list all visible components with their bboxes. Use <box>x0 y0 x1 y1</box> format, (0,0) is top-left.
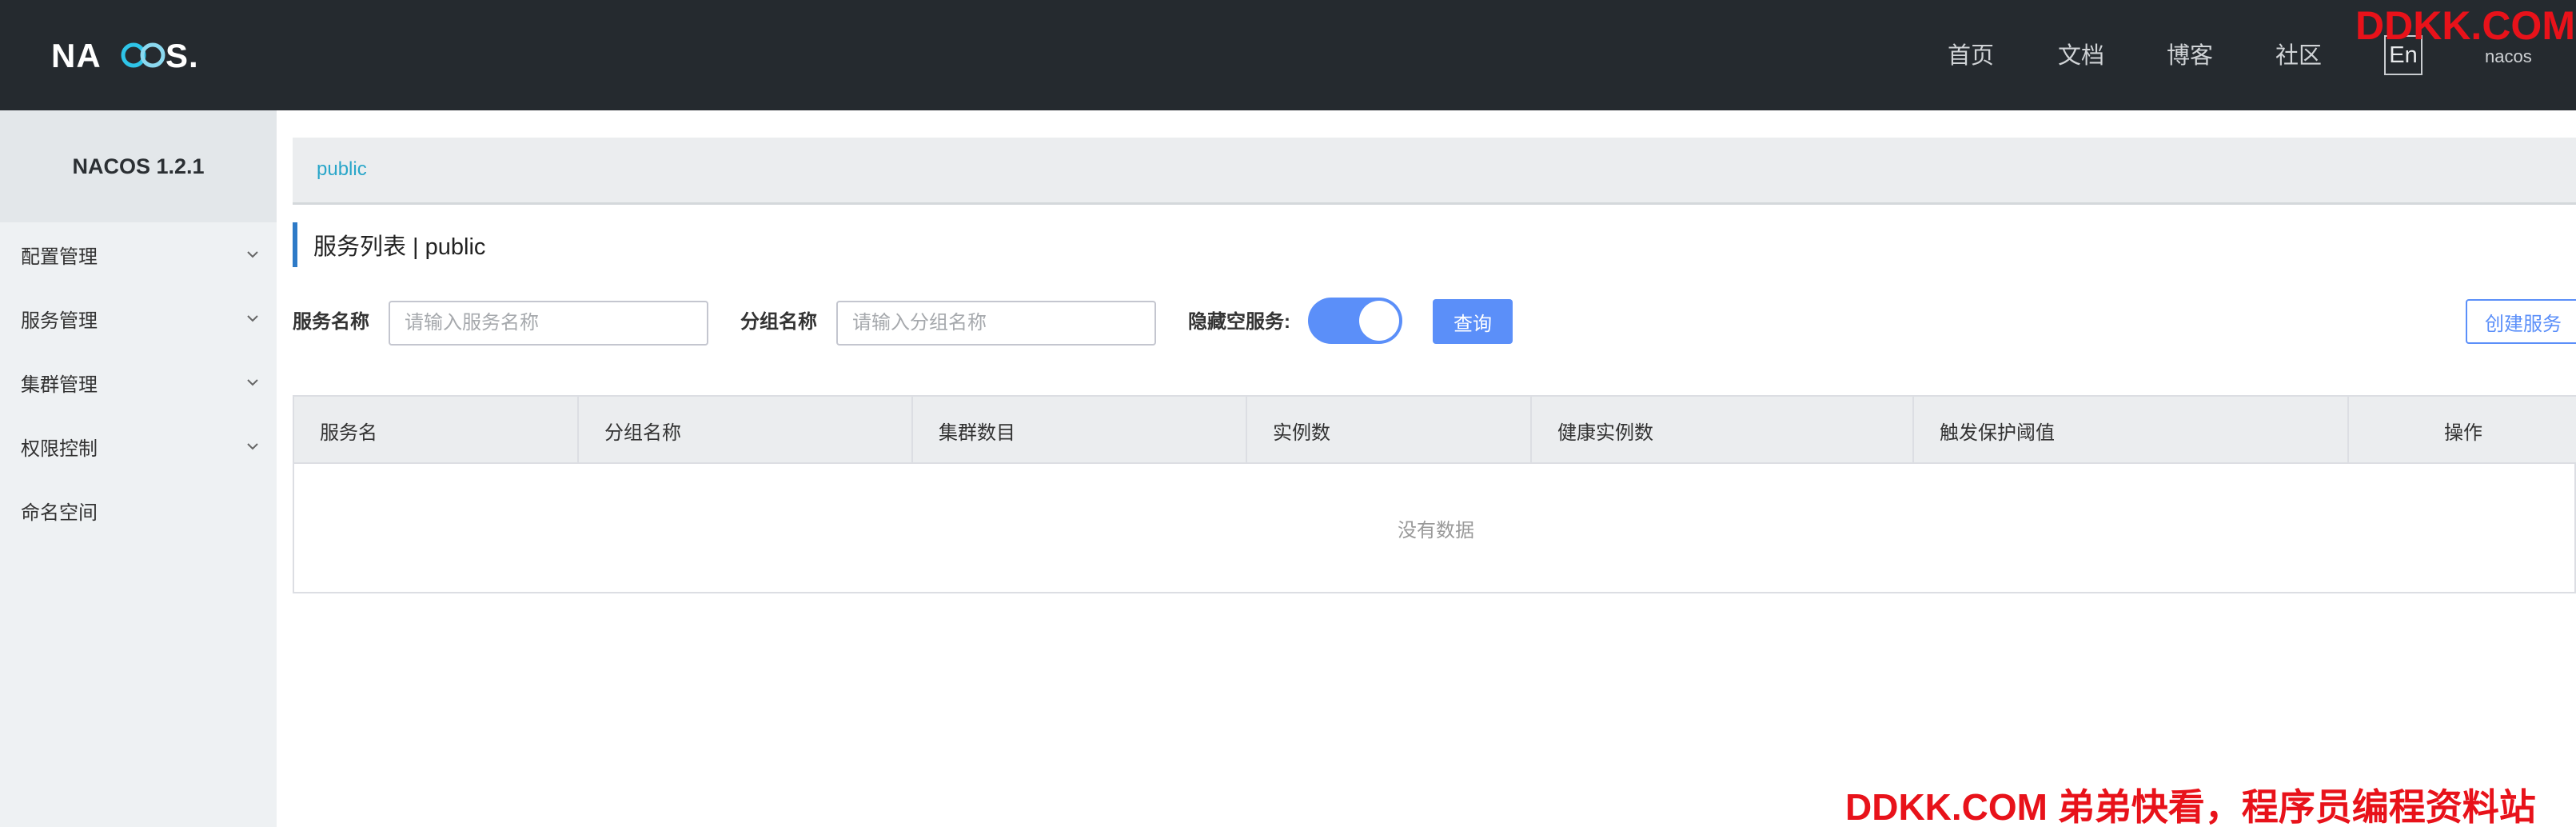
sidebar-item-access-control[interactable]: 权限控制 <box>0 414 277 478</box>
page-title-block: 服务列表 | public <box>293 222 485 267</box>
service-table: 服务名 分组名称 集群数目 实例数 健康实例数 触发保护阈值 操作 没有数据 <box>293 395 2576 593</box>
namespace-bar: public <box>293 138 2576 205</box>
sidebar: NACOS 1.2.1 配置管理 服务管理 集群管理 权限控制 命名空间 <box>0 110 277 827</box>
column-header-group-name: 分组名称 <box>579 397 913 464</box>
version-title: NACOS 1.2.1 <box>0 110 277 222</box>
main-content: public 服务列表 | public 服务名称 分组名称 隐藏空服务: 查询… <box>277 110 2576 827</box>
chevron-down-icon <box>247 315 258 322</box>
sidebar-item-cluster-management[interactable]: 集群管理 <box>0 350 277 414</box>
service-name-label: 服务名称 <box>293 311 369 333</box>
top-navbar: NA S. 首页 文档 博客 社区 En nacos <box>0 0 2576 110</box>
chevron-down-icon <box>247 443 258 450</box>
sidebar-item-label: 权限控制 <box>21 437 98 460</box>
column-header-service-name: 服务名 <box>294 397 579 464</box>
column-header-healthy-instance-count: 健康实例数 <box>1532 397 1914 464</box>
create-service-button[interactable]: 创建服务 <box>2466 299 2576 344</box>
group-name-input[interactable] <box>836 301 1156 346</box>
page-title: 服务列表 | public <box>313 234 486 260</box>
watermark-top: DDKK.COM <box>2355 3 2575 48</box>
watermark-bottom: DDKK.COM 弟弟快看，程序员编程资料站 <box>1845 786 2536 827</box>
svg-text:S.: S. <box>165 37 199 74</box>
group-name-label: 分组名称 <box>740 311 817 333</box>
table-empty-text: 没有数据 <box>1398 519 1474 541</box>
column-header-instance-count: 实例数 <box>1247 397 1532 464</box>
query-button[interactable]: 查询 <box>1433 299 1513 344</box>
hide-empty-services-toggle[interactable] <box>1308 298 1402 344</box>
sidebar-item-config-management[interactable]: 配置管理 <box>0 222 277 286</box>
table-header: 服务名 分组名称 集群数目 实例数 健康实例数 触发保护阈值 操作 <box>294 397 2576 464</box>
chevron-down-icon <box>247 379 258 386</box>
service-name-input[interactable] <box>389 301 708 346</box>
nacos-logo[interactable]: NA S. <box>51 35 211 75</box>
column-header-cluster-count: 集群数目 <box>913 397 1247 464</box>
nav-blog[interactable]: 博客 <box>2167 40 2213 72</box>
sidebar-item-label: 服务管理 <box>21 310 98 332</box>
sidebar-item-label: 配置管理 <box>21 246 98 268</box>
toggle-knob <box>1359 301 1399 341</box>
column-header-actions: 操作 <box>2444 421 2482 444</box>
sidebar-item-label: 命名空间 <box>21 501 98 524</box>
nav-community[interactable]: 社区 <box>2275 40 2322 72</box>
column-header-protect-threshold: 触发保护阈值 <box>1914 397 2349 464</box>
svg-text:NA: NA <box>51 37 102 74</box>
namespace-tab-public[interactable]: public <box>317 158 367 181</box>
nav-home[interactable]: 首页 <box>1948 40 1994 72</box>
sidebar-item-label: 集群管理 <box>21 374 98 396</box>
sidebar-item-service-management[interactable]: 服务管理 <box>0 286 277 350</box>
chevron-down-icon <box>247 251 258 258</box>
sidebar-item-namespace[interactable]: 命名空间 <box>0 478 277 542</box>
hide-empty-services-label: 隐藏空服务: <box>1188 311 1290 333</box>
nav-docs[interactable]: 文档 <box>2058 40 2104 72</box>
